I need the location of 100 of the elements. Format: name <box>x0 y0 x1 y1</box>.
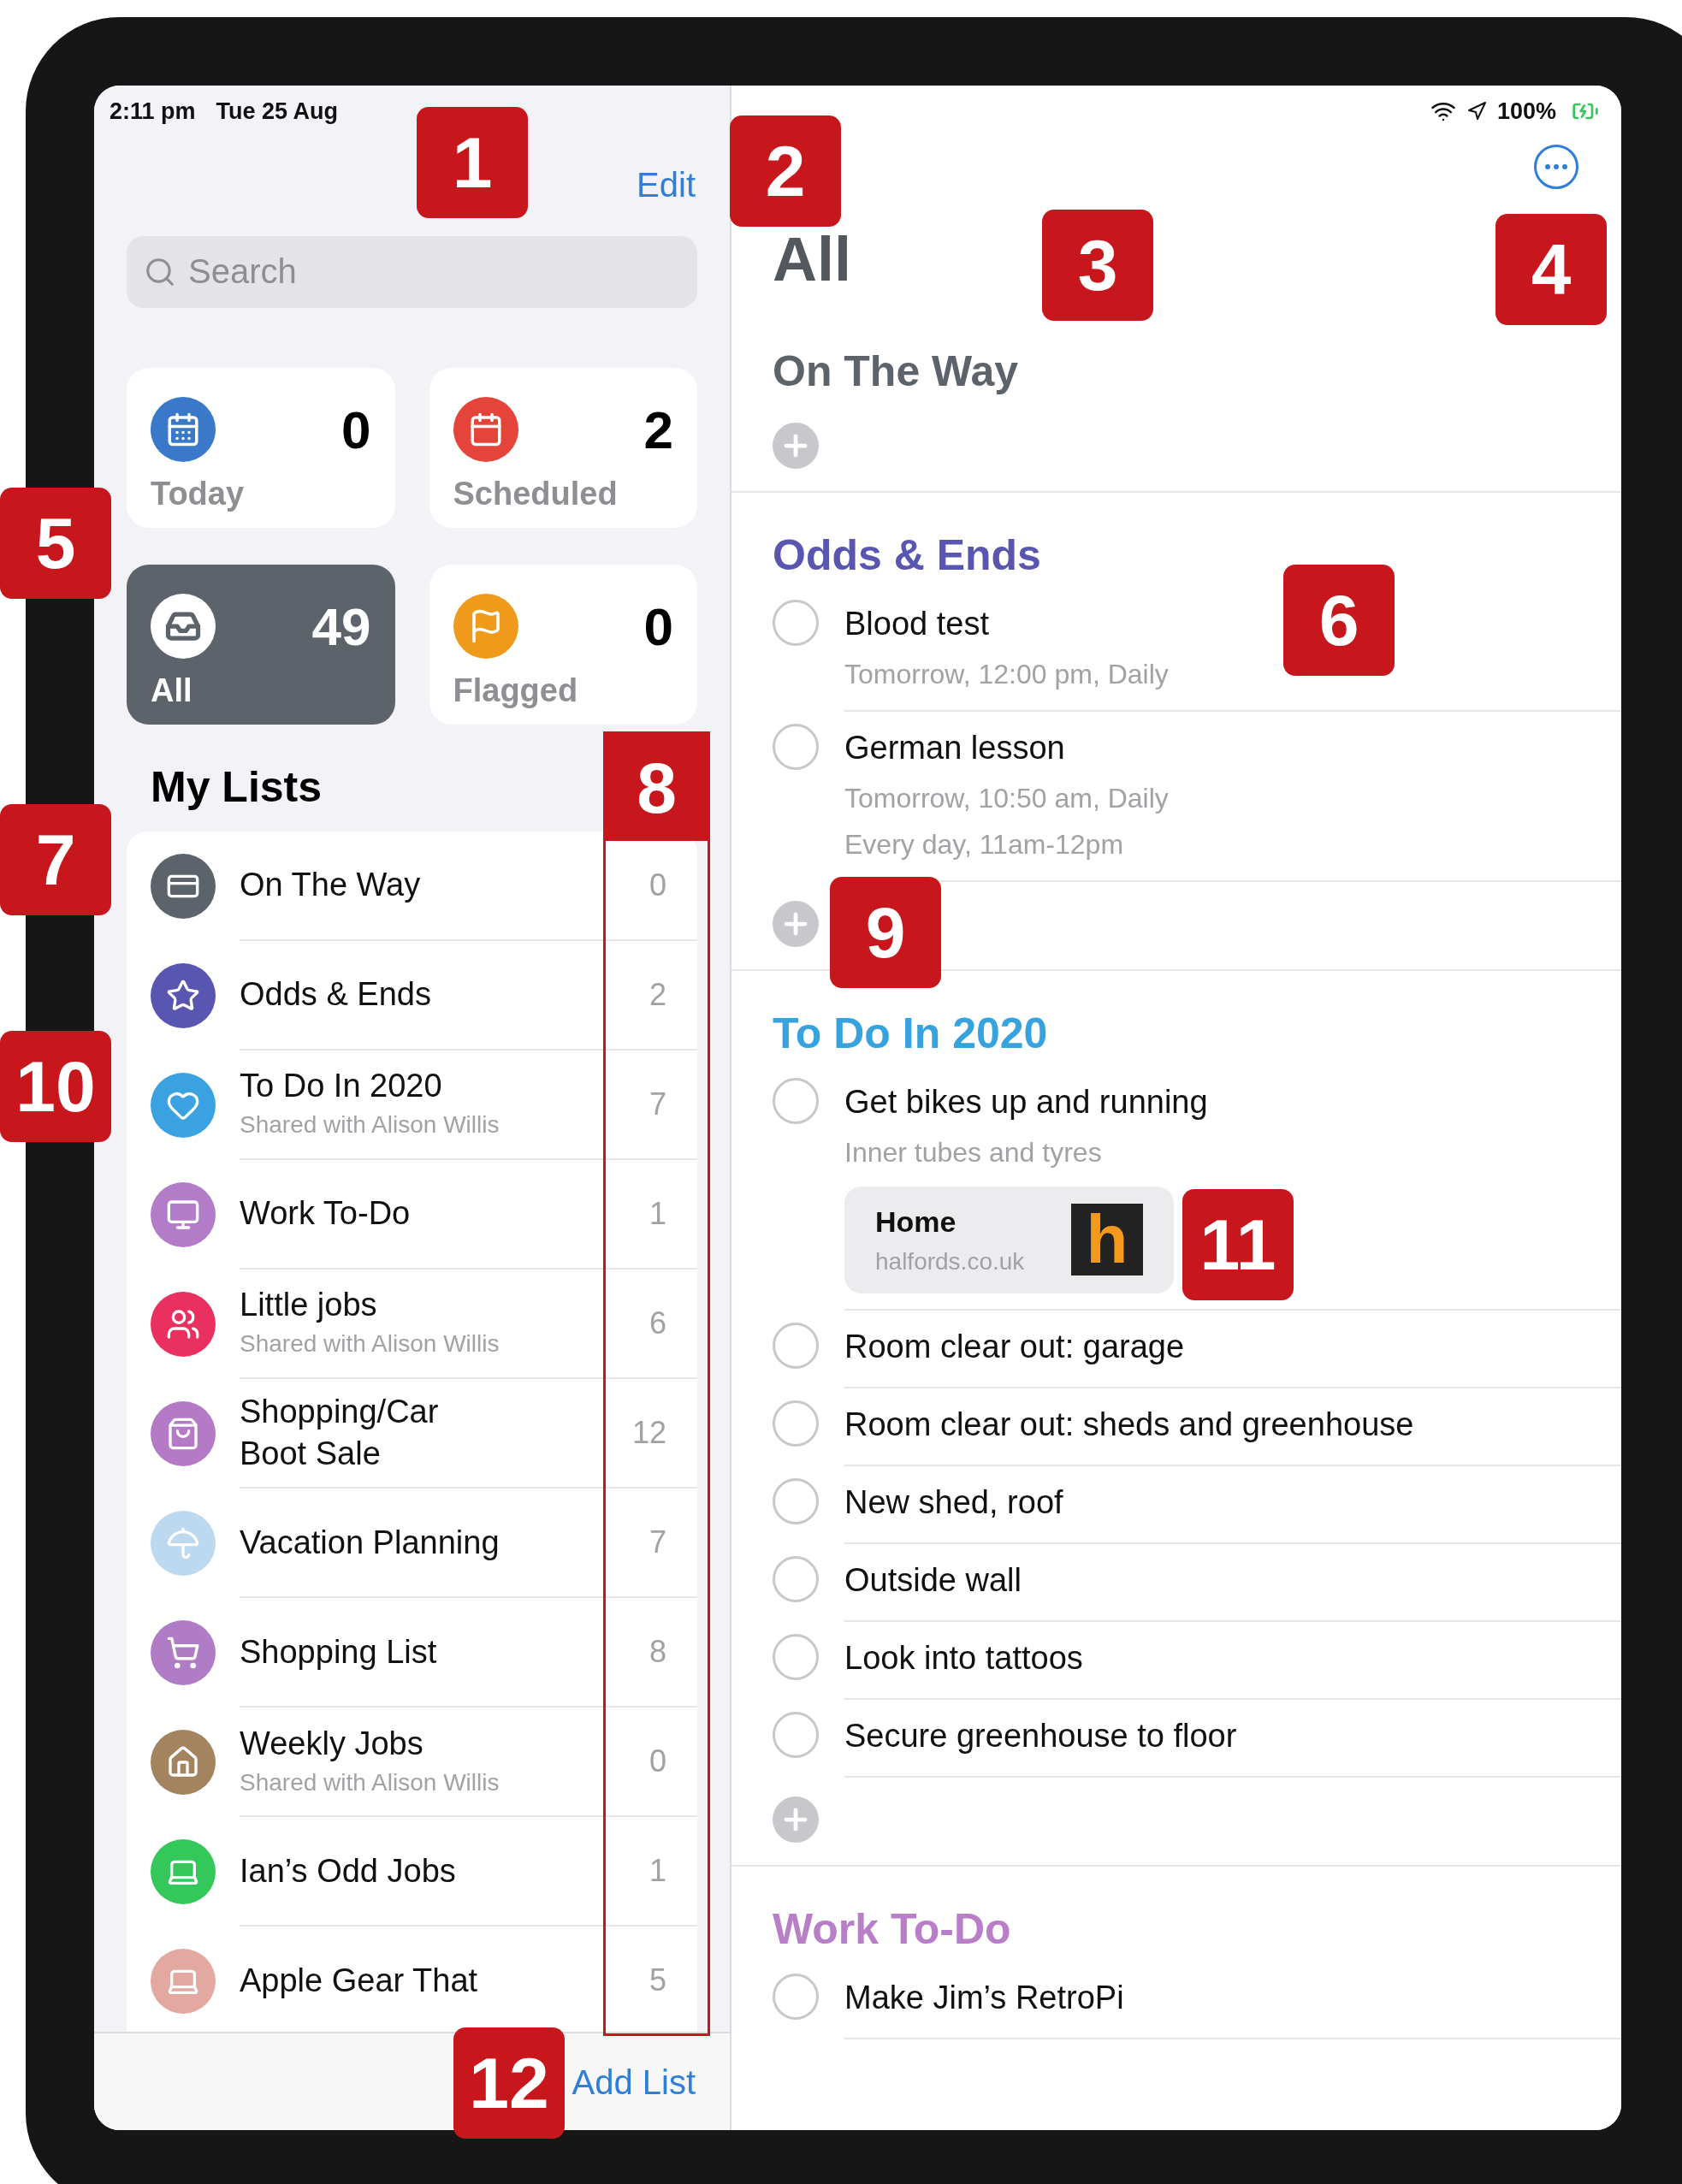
link-preview[interactable]: Home halfords.co.uk h <box>844 1186 1174 1293</box>
callout-badge: 8 <box>606 734 708 841</box>
list-row[interactable]: Odds & Ends 2 <box>127 940 697 1051</box>
task-checkbox[interactable] <box>773 1973 819 2020</box>
add-reminder-button[interactable] <box>773 422 819 469</box>
list-name: On The Way <box>240 865 422 904</box>
task-title: Room clear out: sheds and greenhouse <box>844 1405 1414 1444</box>
list-row[interactable]: Vacation Planning 7 <box>127 1489 697 1599</box>
list-count: 1 <box>649 1852 666 1891</box>
smart-list-tile[interactable]: 0 Flagged <box>429 564 697 725</box>
link-title: Home <box>875 1204 957 1240</box>
list-subtitle: Shared with Alison Willis <box>240 1110 500 1140</box>
list-subtitle: Shared with Alison Willis <box>240 1767 500 1797</box>
list-count: 12 <box>631 1413 666 1452</box>
list-count: 5 <box>649 1962 666 2000</box>
section-heading: On The Way <box>773 346 1019 397</box>
section-heading: To Do In 2020 <box>773 1008 1048 1059</box>
task-note: Every day, 11am-12pm <box>844 827 1124 861</box>
smart-list-tile[interactable]: 2 Scheduled <box>429 367 697 528</box>
task-title: German lesson <box>844 728 1065 767</box>
task-checkbox[interactable] <box>773 1322 819 1369</box>
list-name: Weekly Jobs <box>240 1724 424 1763</box>
list-subtitle: Shared with Alison Willis <box>240 1329 500 1359</box>
list-count: 7 <box>649 1085 666 1123</box>
callout-badge: 6 <box>1283 565 1395 676</box>
task-checkbox[interactable] <box>773 599 819 646</box>
tile-label: Today <box>151 474 246 513</box>
task-checkbox[interactable] <box>773 1477 819 1524</box>
list-name: Shopping List <box>240 1632 438 1672</box>
list-name: Ian’s Odd Jobs <box>240 1851 457 1891</box>
list-name: Work To-Do <box>240 1193 412 1233</box>
tile-count: 49 <box>311 595 371 658</box>
task-title: Look into tattoos <box>844 1638 1083 1678</box>
list-row[interactable]: Ian’s Odd Jobs 1 <box>127 1817 697 1927</box>
list-count: 7 <box>649 1524 666 1562</box>
section-heading: Work To-Do <box>773 1903 1011 1955</box>
task-checkbox[interactable] <box>773 1633 819 1680</box>
add-reminder-button[interactable] <box>773 900 819 947</box>
list-row[interactable]: Weekly Jobs Shared with Alison Willis 0 <box>127 1708 697 1818</box>
list-row[interactable]: Shopping List 8 <box>127 1598 697 1708</box>
callout-badge: 5 <box>0 488 111 599</box>
task-title: Make Jim’s RetroPi <box>844 1978 1124 2017</box>
list-row[interactable]: Work To-Do 1 <box>127 1159 697 1270</box>
list-name: Vacation Planning <box>240 1523 500 1562</box>
list-count: 0 <box>649 1743 666 1781</box>
my-lists-heading: My Lists <box>151 761 323 813</box>
ellipsis-icon <box>1545 163 1567 169</box>
task-checkbox[interactable] <box>773 723 819 770</box>
smart-list-tile[interactable]: 0 Today <box>127 367 395 528</box>
list-count: 2 <box>649 975 666 1014</box>
task-checkbox[interactable] <box>773 1555 819 1602</box>
task-note: Tomorrow, 12:00 pm, Daily <box>844 657 1169 691</box>
callout-badge: 12 <box>453 2027 565 2139</box>
edit-button[interactable]: Edit <box>637 158 696 210</box>
tile-count: 0 <box>643 595 673 658</box>
callout-badge: 3 <box>1042 210 1153 321</box>
search-field[interactable]: Search <box>127 235 697 308</box>
add-list-button[interactable]: Add List <box>572 2056 696 2108</box>
section-heading: Odds & Ends <box>773 530 1041 581</box>
callout-badge: 2 <box>730 115 841 227</box>
list-name: Shopping/Car Boot Sale <box>240 1392 440 1473</box>
link-domain: halfords.co.uk <box>875 1246 1025 1276</box>
task-title: Get bikes up and running <box>844 1082 1208 1122</box>
callout-badge: 11 <box>1182 1189 1294 1300</box>
list-count: 1 <box>649 1194 666 1233</box>
add-reminder-button[interactable] <box>773 1796 819 1843</box>
callout-badge: 7 <box>0 804 111 915</box>
list-name: Odds & Ends <box>240 974 432 1014</box>
list-count: 8 <box>649 1633 666 1672</box>
list-row[interactable]: Little jobs Shared with Alison Willis 6 <box>127 1269 697 1379</box>
task-title: Room clear out: garage <box>844 1327 1185 1366</box>
callout-badge: 10 <box>0 1031 111 1142</box>
task-note: Tomorrow, 10:50 am, Daily <box>844 781 1169 815</box>
list-row[interactable]: Shopping/Car Boot Sale 12 <box>127 1378 697 1489</box>
list-name: To Do In 2020 <box>240 1066 443 1105</box>
tile-count: 2 <box>643 399 673 461</box>
list-count: 0 <box>649 866 666 904</box>
tile-label: Scheduled <box>453 474 619 513</box>
task-title: New shed, roof <box>844 1483 1063 1522</box>
tile-count: 0 <box>341 399 371 461</box>
task-checkbox[interactable] <box>773 1400 819 1447</box>
tile-label: All <box>151 671 193 710</box>
status-time: 2:11 pm <box>110 98 196 126</box>
task-checkbox[interactable] <box>773 1711 819 1758</box>
task-title: Secure greenhouse to floor <box>844 1716 1237 1755</box>
task-checkbox[interactable] <box>773 1077 819 1124</box>
more-button[interactable] <box>1534 144 1578 189</box>
callout-badge: 4 <box>1495 214 1607 325</box>
site-logo: h <box>1071 1204 1143 1275</box>
battery-level: 100% <box>1496 98 1556 126</box>
location-icon <box>1466 101 1487 122</box>
smart-list-tile[interactable]: 49 All <box>127 564 395 725</box>
list-row[interactable]: To Do In 2020 Shared with Alison Willis 7 <box>127 1050 697 1160</box>
callout-badge: 1 <box>417 107 528 218</box>
task-title: Blood test <box>844 604 989 643</box>
task-note: Inner tubes and tyres <box>844 1135 1102 1169</box>
status-date: Tue 25 Aug <box>216 98 339 126</box>
callout-badge: 9 <box>830 877 941 988</box>
list-name: Little jobs <box>240 1285 378 1324</box>
list-name: Apple Gear That <box>240 1961 479 2000</box>
